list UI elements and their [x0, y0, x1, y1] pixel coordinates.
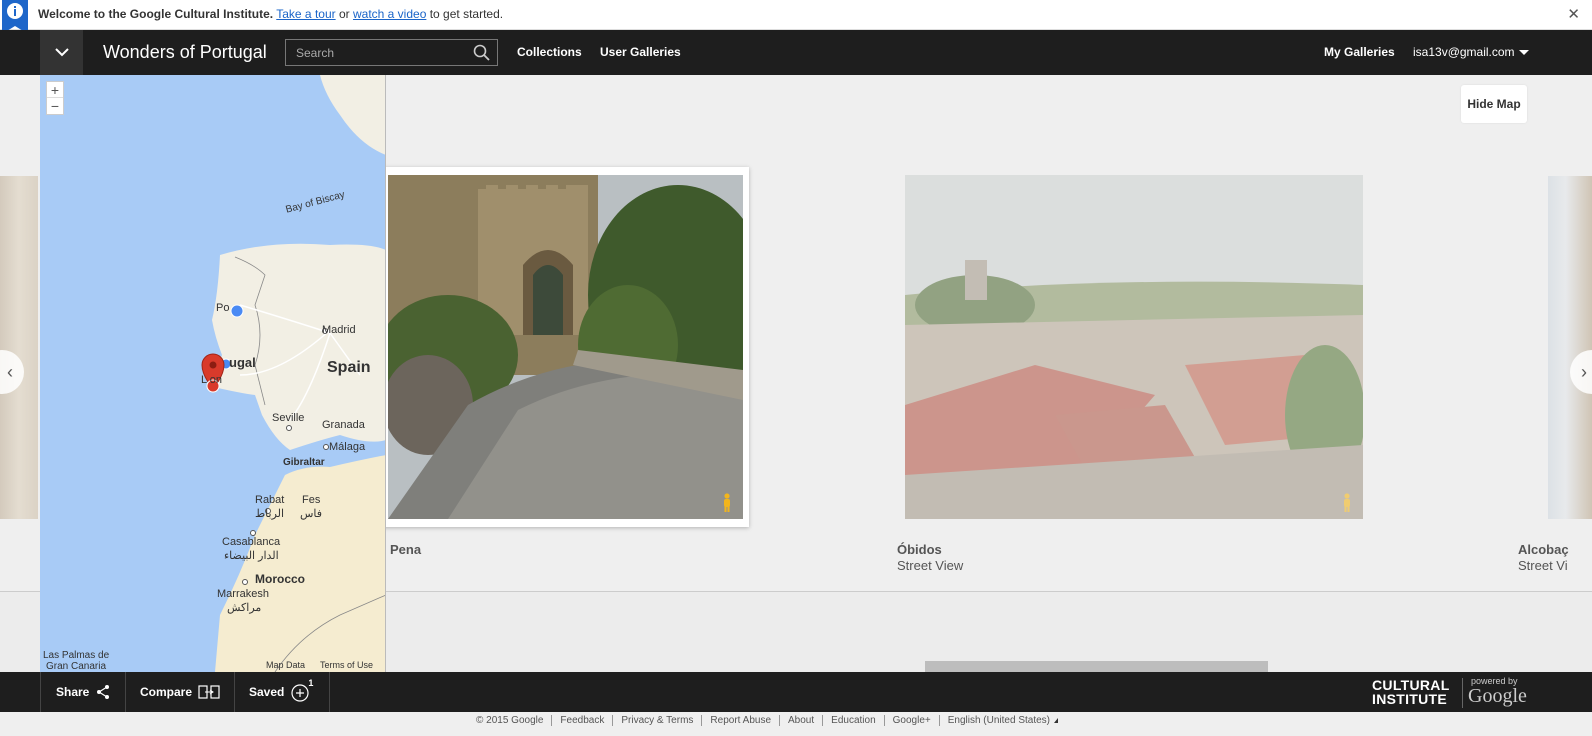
next-item-image[interactable]	[1548, 176, 1592, 519]
footer-link-feedback[interactable]: Feedback	[552, 715, 614, 726]
logo-line-1: CULTURAL	[1372, 677, 1450, 693]
account-email: isa13v@gmail.com	[1413, 45, 1515, 59]
saved-button[interactable]: Saved 1	[235, 672, 330, 712]
map-data-link[interactable]: Map Data	[266, 660, 305, 670]
nav-my-galleries[interactable]: My Galleries	[1324, 45, 1395, 59]
share-button[interactable]: Share	[40, 672, 126, 712]
watch-video-link[interactable]: watch a video	[353, 7, 426, 21]
item-subtitle-alcobaca: Street Vi	[1518, 558, 1568, 573]
map-label-fes-ar: فاس	[300, 508, 323, 520]
hide-map-button[interactable]: Hide Map	[1461, 85, 1527, 123]
footer-link-education[interactable]: Education	[823, 715, 885, 726]
footer-link-google-plus[interactable]: Google+	[884, 715, 940, 726]
saved-label: Saved	[249, 685, 285, 699]
map-label-granada: Granada	[322, 419, 365, 431]
nav-user-galleries[interactable]: User Galleries	[600, 45, 681, 59]
footer-link-privacy[interactable]: Privacy & Terms	[613, 715, 703, 726]
map-label-seville: Seville	[272, 412, 305, 424]
zoom-control: + −	[46, 81, 64, 115]
map-label-gibraltar: Gibraltar	[283, 457, 325, 468]
previous-item-image[interactable]	[0, 176, 38, 519]
saved-count: 1	[308, 678, 314, 688]
map-panel[interactable]: + − Bay of Biscay Po ugal L on Madrid Sp…	[40, 75, 386, 672]
language-selector[interactable]: English (United States)	[940, 715, 1066, 726]
pena-photo	[388, 175, 743, 519]
map-label-marrakesh-ar: مراكش	[227, 602, 262, 614]
item-subtitle-obidos: Street View	[897, 558, 964, 573]
carousel-scrollbar[interactable]	[925, 661, 1268, 672]
close-icon[interactable]: ✕	[1567, 7, 1580, 22]
info-icon	[2, 0, 28, 34]
map-label-porto: Po	[216, 302, 230, 314]
top-header: Wonders of Portugal Collections User Gal…	[0, 30, 1592, 75]
notification-bar: Welcome to the Google Cultural Institute…	[0, 0, 1592, 34]
map-label-spain: Spain	[327, 359, 371, 376]
map-label-gran-canaria: Gran Canaria	[46, 661, 107, 672]
map-label-fes: Fes	[302, 494, 321, 506]
map-label-casablanca-ar: الدار البيضاء	[224, 550, 279, 562]
footer-link-about[interactable]: About	[780, 715, 824, 726]
map-terms-link[interactable]: Terms of Use	[320, 660, 373, 670]
map-label-madrid: Madrid	[322, 324, 356, 336]
pegman-icon	[1344, 493, 1350, 512]
notification-text: Welcome to the Google Cultural Institute…	[38, 7, 503, 21]
map-label-rabat-ar: الرباط	[255, 508, 285, 520]
search-icon[interactable]	[473, 44, 491, 62]
map-label-morocco: Morocco	[255, 572, 306, 586]
page-footer: © 2015 Google Feedback Privacy & Terms Repo…	[0, 712, 1592, 736]
take-tour-link[interactable]: Take a tour	[276, 7, 335, 21]
footer-links: © 2015 Google Feedback Privacy & Terms Repo…	[476, 715, 1066, 726]
map-label-las-palmas: Las Palmas de	[43, 650, 110, 661]
search-input[interactable]	[286, 40, 466, 65]
share-icon	[97, 685, 110, 699]
map-label-marrakesh: Marrakesh	[217, 588, 269, 600]
item-title-obidos: Óbidos	[897, 542, 942, 557]
zoom-in-button[interactable]: +	[47, 82, 63, 98]
footer-link-report-abuse[interactable]: Report Abuse	[702, 715, 781, 726]
gallery-item-pena[interactable]	[380, 167, 749, 527]
cultural-institute-logo: CULTURAL INSTITUTE	[1372, 678, 1450, 706]
gallery-item-obidos[interactable]	[905, 175, 1363, 519]
logo-divider	[1462, 678, 1463, 708]
pegman-icon	[724, 493, 730, 512]
compare-button[interactable]: Compare	[126, 672, 235, 712]
chevron-down-icon	[54, 48, 69, 57]
zoom-out-button[interactable]: −	[47, 98, 63, 114]
page-title: Wonders of Portugal	[103, 42, 267, 62]
bottom-toolbar: Share Compare Saved 1 CULTURAL INSTITUTE…	[0, 672, 1592, 712]
search-box	[285, 39, 498, 66]
compare-icon	[198, 685, 220, 699]
caret-down-icon	[1518, 50, 1529, 56]
notification-prefix: Welcome to the Google Cultural Institute…	[38, 7, 274, 21]
map-label-rabat: Rabat	[255, 494, 285, 506]
language-label: English (United States)	[947, 715, 1051, 726]
notification-suffix: to get started.	[429, 7, 504, 21]
map-label-casablanca: Casablanca	[222, 536, 281, 548]
map-label-lisbon: L on	[201, 374, 223, 386]
notification-or: or	[338, 7, 350, 21]
caret-up-icon	[1054, 717, 1059, 723]
footer-copyright: © 2015 Google	[476, 715, 553, 726]
share-label: Share	[56, 685, 90, 699]
obidos-street-view-image	[905, 175, 1363, 519]
map-label-portugal: ugal	[229, 355, 256, 370]
menu-toggle-button[interactable]	[40, 30, 83, 75]
nav-collections[interactable]: Collections	[517, 45, 582, 59]
compare-label: Compare	[140, 685, 193, 699]
account-menu[interactable]: isa13v@gmail.com	[1413, 45, 1529, 59]
pena-street-view-image	[388, 175, 743, 519]
item-title-alcobaca: Alcobaç	[1518, 542, 1569, 557]
logo-line-2: INSTITUTE	[1372, 691, 1448, 707]
google-logo: Google	[1468, 685, 1527, 707]
item-title-pena: Pena	[390, 542, 422, 557]
map-label-malaga: Málaga	[329, 441, 366, 453]
